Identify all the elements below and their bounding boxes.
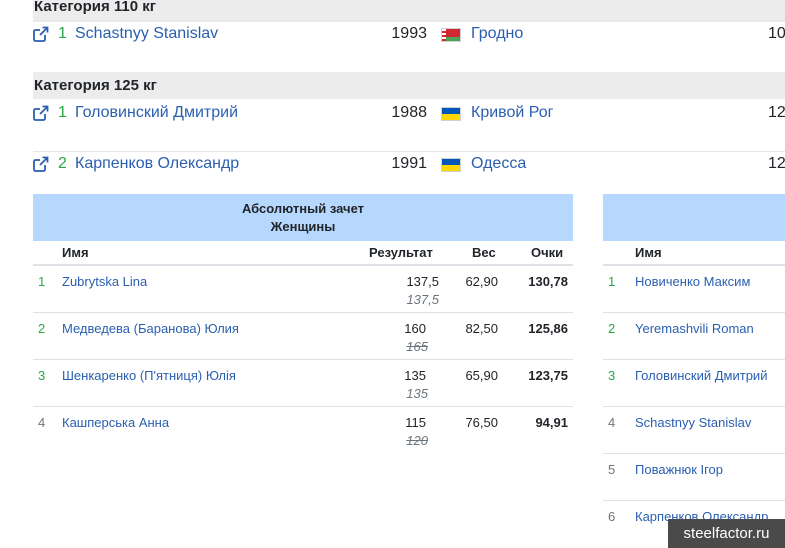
athlete-weight-value: 10 (768, 25, 785, 42)
column-header-points: Очки (531, 245, 564, 260)
external-link-icon[interactable] (33, 26, 49, 42)
row-place: 4 (38, 415, 46, 430)
table-title: Абсолютный зачет Женщины (33, 194, 573, 241)
table-row: 1 Zubrytska Lina 137,5 137,5 62,90 130,7… (33, 266, 573, 313)
athlete-row: 2 Карпенков Олександр 1991 Одесса 12 (33, 153, 785, 175)
table-row: 3 Головинский Дмитрий (603, 360, 785, 407)
result-value: 160 (404, 321, 426, 336)
athlete-place: 1 (58, 25, 67, 42)
row-place: 2 (608, 321, 616, 336)
table-row: 3 Шенкаренко (П'ятниця) Юлія 135 135 65,… (33, 360, 573, 407)
points-value: 123,75 (528, 368, 568, 383)
bodyweight-value: 76,50 (465, 415, 498, 430)
result-value: 135 (404, 368, 426, 383)
athlete-name-link[interactable]: Schastnyy Stanislav (75, 23, 218, 45)
result-secondary-value: 135 (406, 386, 428, 401)
athlete-city-link[interactable]: Кривой Рог (471, 102, 553, 124)
result-secondary-value: 120 (406, 433, 428, 448)
athlete-row: 1 Schastnyy Stanislav 1993 Гродно 10 (33, 23, 785, 45)
category-header-125: Категория 125 кг (33, 72, 785, 99)
athlete-birth-year: 1988 (391, 104, 427, 121)
athlete-weight-value: 12 (768, 104, 785, 121)
bodyweight-value: 65,90 (465, 368, 498, 383)
column-header-weight: Вес (472, 245, 496, 260)
athlete-name-link[interactable]: Медведева (Баранова) Юлия (62, 321, 239, 336)
athlete-weight-value: 12 (768, 155, 785, 172)
result-value: 137,5 (406, 274, 439, 289)
bodyweight-value: 82,50 (465, 321, 498, 336)
athlete-place: 1 (58, 104, 67, 121)
athlete-name-link[interactable]: Шенкаренко (П'ятниця) Юлія (62, 368, 236, 383)
site-watermark: steelfactor.ru (668, 519, 785, 548)
athlete-name-link[interactable]: Кашперська Анна (62, 415, 169, 430)
row-place: 3 (608, 368, 616, 383)
table-row: 2 Yeremashvili Roman (603, 313, 785, 360)
table-row: 1 Новиченко Максим (603, 266, 785, 313)
column-header-name: Имя (635, 245, 662, 260)
athlete-name-link[interactable]: Головинский Дмитрий (75, 102, 238, 124)
points-value: 94,91 (535, 415, 568, 430)
athlete-birth-year: 1991 (391, 155, 427, 172)
divider (33, 20, 785, 21)
athlete-city-link[interactable]: Одесса (471, 153, 526, 175)
external-link-icon[interactable] (33, 105, 49, 121)
row-place: 4 (608, 415, 616, 430)
result-secondary-value: 137,5 (406, 292, 439, 307)
table-row: 2 Медведева (Баранова) Юлия 160 165 82,5… (33, 313, 573, 360)
table-title (603, 194, 785, 241)
athlete-name-link[interactable]: Карпенков Олександр (75, 153, 239, 175)
athlete-name-link[interactable]: Yeremashvili Roman (635, 321, 754, 336)
athlete-place: 2 (58, 155, 67, 172)
athlete-name-link[interactable]: Schastnyy Stanislav (635, 415, 751, 430)
athlete-name-link[interactable]: Поважнюк Ігор (635, 462, 723, 477)
row-place: 1 (38, 274, 46, 289)
points-value: 125,86 (528, 321, 568, 336)
row-place: 2 (38, 321, 46, 336)
row-place: 3 (38, 368, 46, 383)
athlete-name-link[interactable]: Новиченко Максим (635, 274, 750, 289)
athlete-row: 1 Головинский Дмитрий 1988 Кривой Рог 12 (33, 102, 785, 124)
table-title-line: Абсолютный зачет (241, 201, 365, 216)
athlete-name-link[interactable]: Zubrytska Lina (62, 274, 147, 289)
row-place: 1 (608, 274, 616, 289)
column-header-name: Имя (62, 245, 89, 260)
table-subtitle: Женщины (270, 219, 336, 234)
row-place: 6 (608, 509, 616, 524)
table-row: 4 Кашперська Анна 115 120 76,50 94,91 (33, 407, 573, 454)
category-header-110: Категория 110 кг (33, 0, 785, 22)
result-value: 115 (405, 415, 426, 430)
table-row: 5 Поважнюк Ігор (603, 454, 785, 501)
divider (33, 151, 785, 152)
table-row: 4 Schastnyy Stanislav (603, 407, 785, 454)
belarus-flag-icon (441, 28, 461, 42)
athlete-name-link[interactable]: Головинский Дмитрий (635, 368, 767, 383)
ukraine-flag-icon (441, 158, 461, 172)
external-link-icon[interactable] (33, 156, 49, 172)
athlete-birth-year: 1993 (391, 25, 427, 42)
athlete-city-link[interactable]: Гродно (471, 23, 523, 45)
ukraine-flag-icon (441, 107, 461, 121)
result-secondary-value: 165 (406, 339, 428, 354)
bodyweight-value: 62,90 (465, 274, 498, 289)
row-place: 5 (608, 462, 616, 477)
column-header-result: Результат (369, 245, 433, 260)
men-absolute-table: Имя 1 Новиченко Максим 2 Yeremashvili Ro… (603, 194, 785, 548)
points-value: 130,78 (528, 274, 568, 289)
